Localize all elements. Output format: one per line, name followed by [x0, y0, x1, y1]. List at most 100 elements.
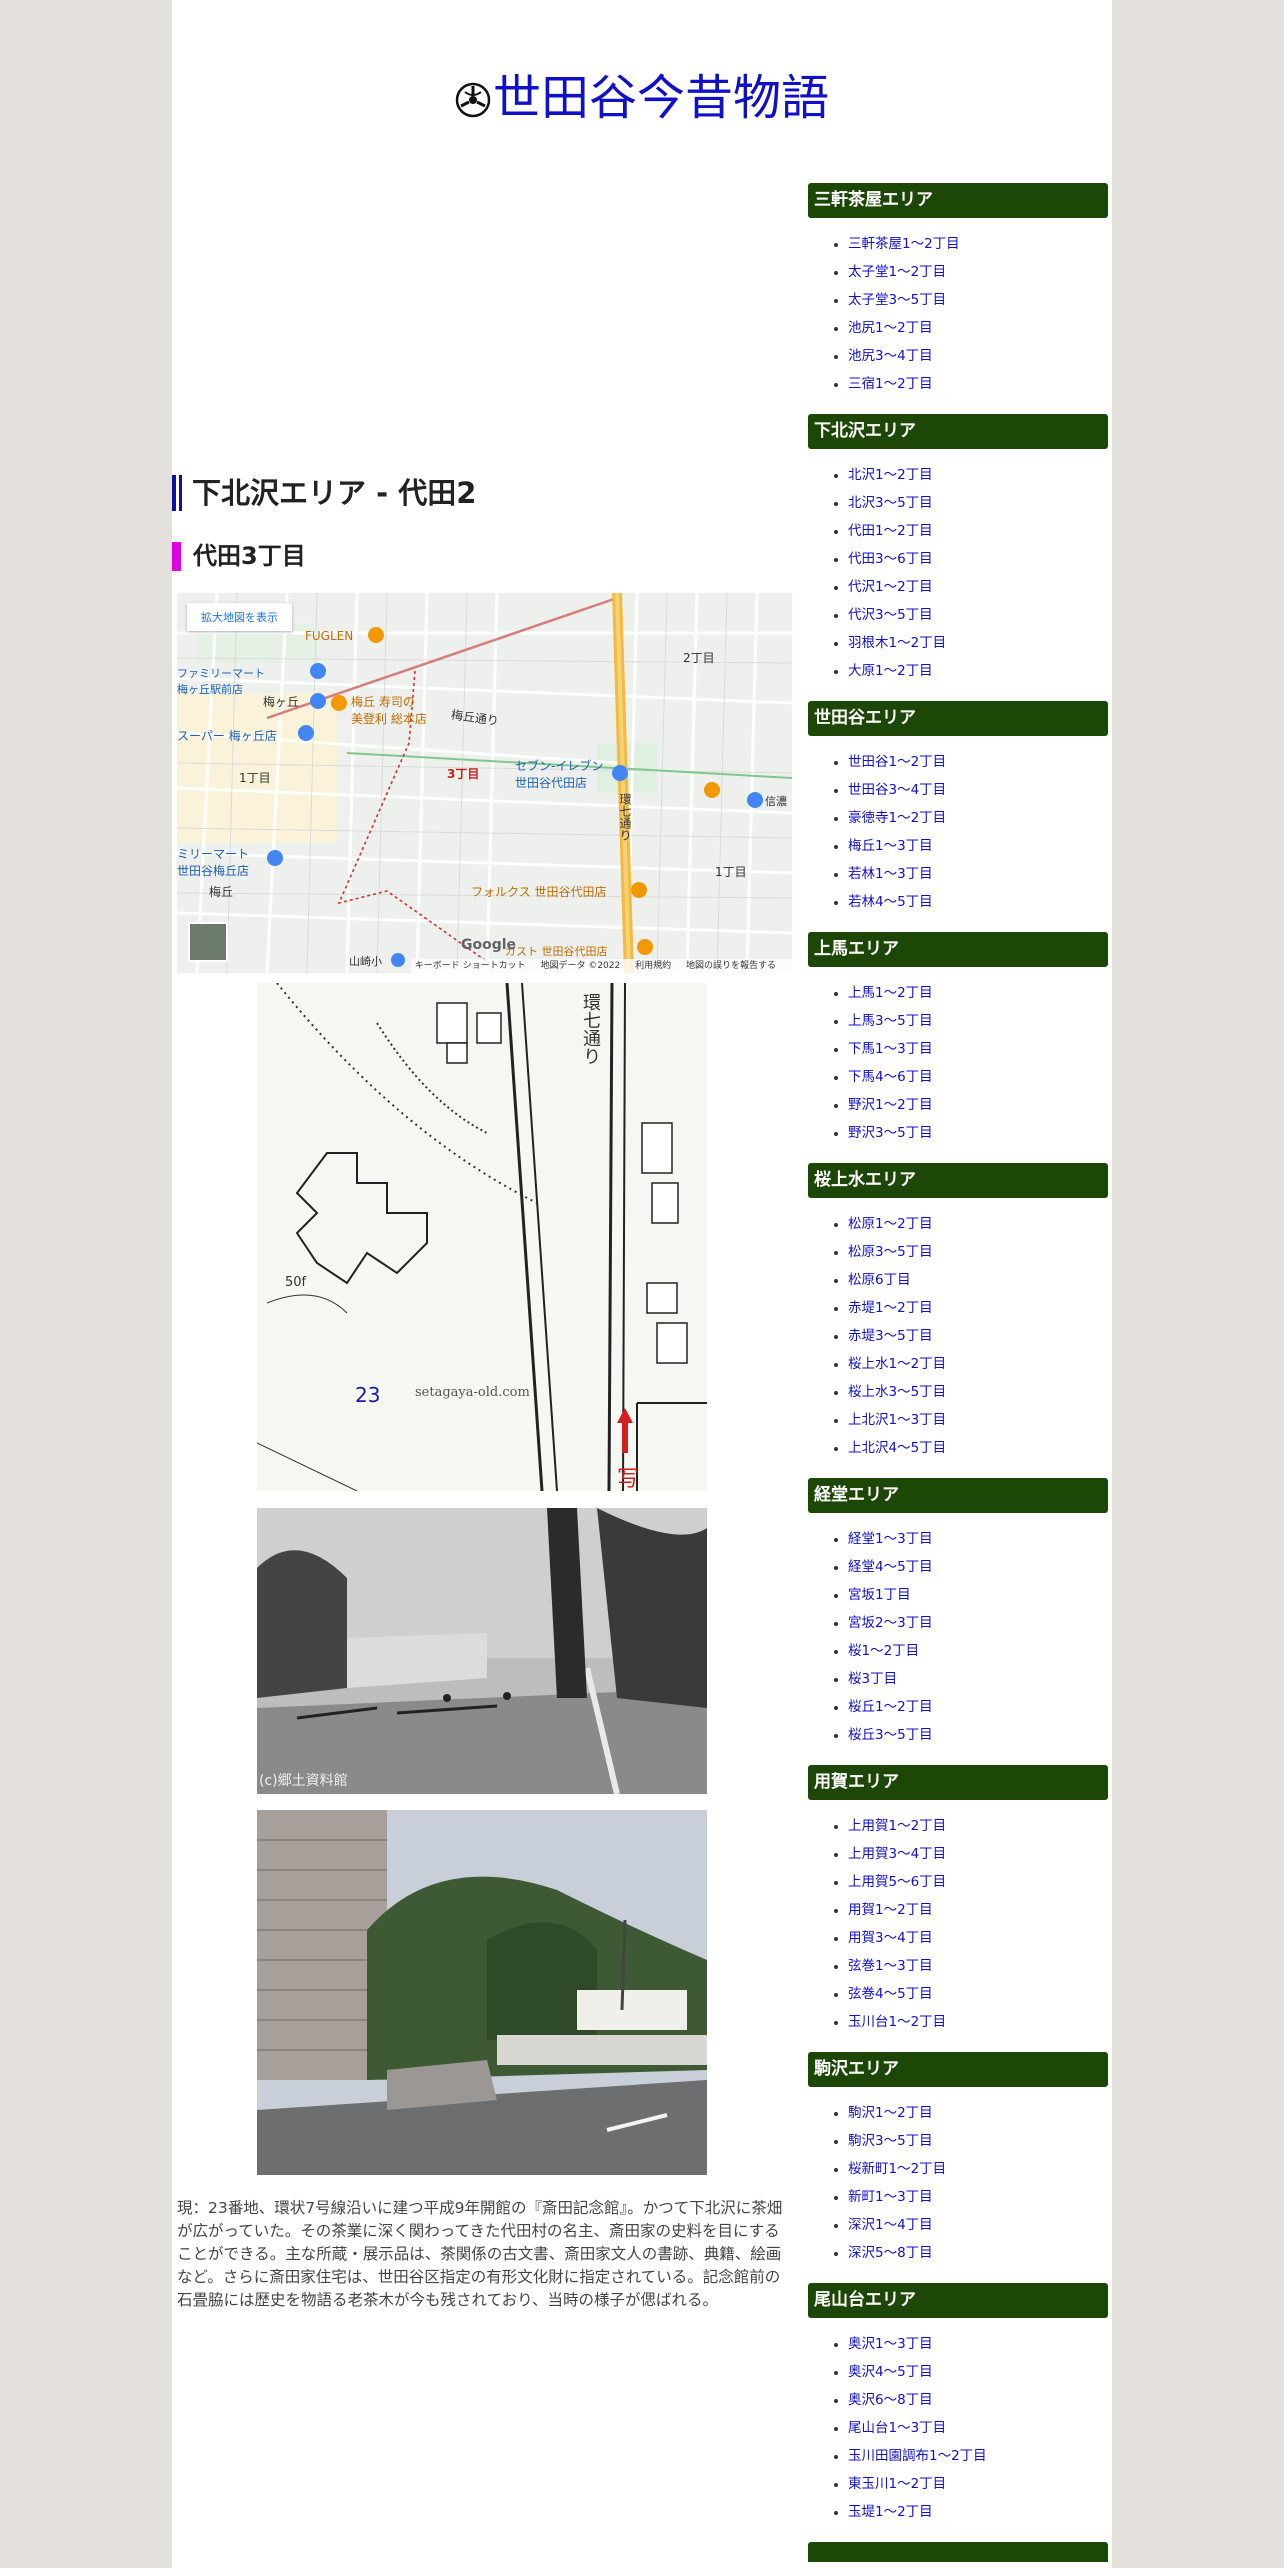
- sidebar-area-link[interactable]: 赤堤1～2丁目: [848, 1300, 933, 1316]
- sidebar-area-link[interactable]: 代田1～2丁目: [848, 523, 933, 539]
- sidebar-area-link[interactable]: 桜丘1～2丁目: [848, 1699, 933, 1715]
- sidebar-area-link[interactable]: 桜新町1～2丁目: [848, 2161, 946, 2177]
- sidebar-list-item: 桜3丁目: [808, 1665, 1108, 1693]
- sidebar-area-link[interactable]: 経堂4～5丁目: [848, 1559, 933, 1575]
- sidebar-area-link[interactable]: 野沢1～2丁目: [848, 1097, 933, 1113]
- sidebar-area-link[interactable]: 赤堤3～5丁目: [848, 1328, 933, 1344]
- sidebar-area-link[interactable]: 玉川台1～2丁目: [848, 2014, 946, 2030]
- sidebar-area-link[interactable]: 奥沢4～5丁目: [848, 2364, 933, 2380]
- sidebar-area-link[interactable]: 駒沢1～2丁目: [848, 2105, 933, 2121]
- sidebar-list-item: 世田谷1～2丁目: [808, 748, 1108, 776]
- sidebar-area-link[interactable]: 桜3丁目: [848, 1671, 897, 1687]
- sidebar-list-item: 宮坂2～3丁目: [808, 1609, 1108, 1637]
- sidebar-area-list: 上馬1～2丁目 上馬3～5丁目 下馬1～3丁目 下馬4～6丁目 野沢1～2丁目 野沢3～5…: [808, 967, 1108, 1147]
- sidebar-area-link[interactable]: 桜1～2丁目: [848, 1643, 919, 1659]
- sidebar-list-item: 経堂4～5丁目: [808, 1553, 1108, 1581]
- sidebar-area-link[interactable]: 下馬4～6丁目: [848, 1069, 933, 1085]
- sidebar-area-link[interactable]: 三軒茶屋1～2丁目: [848, 236, 960, 252]
- old-map-source: setagaya-old.com: [415, 1385, 530, 1400]
- sidebar-list-item: 上馬3～5丁目: [808, 1007, 1108, 1035]
- google-map[interactable]: 拡大地図を表示 FUGLEN ファミリーマート 梅ヶ丘駅前店 梅ヶ丘 梅丘 寿司…: [177, 593, 792, 973]
- old-map-lot-label: 50f: [285, 1275, 307, 1290]
- expand-map-button[interactable]: 拡大地図を表示: [187, 603, 292, 631]
- sidebar-area-link[interactable]: 用賀3～4丁目: [848, 1930, 933, 1946]
- sidebar-list-item: 弦巻1～3丁目: [808, 1952, 1108, 1980]
- sidebar-list-item: 代田3～6丁目: [808, 545, 1108, 573]
- sidebar-area-link[interactable]: 下馬1～3丁目: [848, 1041, 933, 1057]
- sidebar-area-link[interactable]: 松原6丁目: [848, 1272, 911, 1288]
- sidebar-area-link[interactable]: 奥沢1～3丁目: [848, 2336, 933, 2352]
- sidebar-area-link[interactable]: 上用賀3～4丁目: [848, 1846, 946, 1862]
- sidebar-area-link[interactable]: 奥沢6～8丁目: [848, 2392, 933, 2408]
- sidebar-area-link[interactable]: 松原1～2丁目: [848, 1216, 933, 1232]
- site-title: 世田谷今昔物語: [172, 58, 1112, 128]
- sidebar-area-link[interactable]: 松原3～5丁目: [848, 1244, 933, 1260]
- sidebar-area-link[interactable]: 池尻3～4丁目: [848, 348, 933, 364]
- sidebar-area-link[interactable]: 世田谷1～2丁目: [848, 754, 946, 770]
- sidebar-area-link[interactable]: 代沢3～5丁目: [848, 607, 933, 623]
- sidebar-area-link[interactable]: 上用賀1～2丁目: [848, 1818, 946, 1834]
- sidebar-area-link[interactable]: 宮坂2～3丁目: [848, 1615, 933, 1631]
- sidebar-area-link[interactable]: 豪徳寺1～2丁目: [848, 810, 946, 826]
- sidebar-list-item: 経堂1～3丁目: [808, 1525, 1108, 1553]
- site-title-link[interactable]: 世田谷今昔物語: [493, 70, 829, 126]
- sidebar-area-link[interactable]: 上用賀5～6丁目: [848, 1874, 946, 1890]
- sidebar-area-link[interactable]: 上北沢1～3丁目: [848, 1412, 946, 1428]
- sidebar-area-link[interactable]: 上馬3～5丁目: [848, 1013, 933, 1029]
- sidebar-area-link[interactable]: 弦巻4～5丁目: [848, 1986, 933, 2002]
- sidebar-area-link[interactable]: 尾山台1～3丁目: [848, 2420, 946, 2436]
- sidebar-area-link[interactable]: 宮坂1丁目: [848, 1587, 911, 1603]
- sidebar-area-link[interactable]: 羽根木1～2丁目: [848, 635, 946, 651]
- map-footer-report[interactable]: 地図の誤りを報告する: [686, 961, 776, 971]
- sidebar-area-link[interactable]: 駒沢3～5丁目: [848, 2133, 933, 2149]
- sidebar-list-item: 上北沢4～5丁目: [808, 1434, 1108, 1462]
- sidebar-area-link[interactable]: 代田3～6丁目: [848, 551, 933, 567]
- sidebar-list-item: 下馬4～6丁目: [808, 1063, 1108, 1091]
- sidebar-area-link[interactable]: 桜上水1～2丁目: [848, 1356, 946, 1372]
- sidebar-area-link[interactable]: 玉川田園調布1～2丁目: [848, 2448, 987, 2464]
- sidebar-list-item: 若林4～5丁目: [808, 888, 1108, 916]
- map-label-kanana: 環七通り: [618, 793, 632, 841]
- current-streetview-photo: [257, 1810, 707, 2175]
- sidebar-list-item: 桜丘3～5丁目: [808, 1721, 1108, 1749]
- sidebar-list-item: 東玉川1～2丁目: [808, 2470, 1108, 2498]
- sidebar-area-link[interactable]: 梅丘1～3丁目: [848, 838, 933, 854]
- sidebar-area-link[interactable]: 池尻1～2丁目: [848, 320, 933, 336]
- sidebar-area-link[interactable]: 北沢3～5丁目: [848, 495, 933, 511]
- sidebar-area-link[interactable]: 弦巻1～3丁目: [848, 1958, 933, 1974]
- sidebar-area-link[interactable]: 用賀1～2丁目: [848, 1902, 933, 1918]
- sidebar-area-link[interactable]: 深沢1～4丁目: [848, 2217, 933, 2233]
- sidebar-area-link[interactable]: 桜丘3～5丁目: [848, 1727, 933, 1743]
- sidebar-list-item: 用賀1～2丁目: [808, 1896, 1108, 1924]
- sidebar-area-link[interactable]: 経堂1～3丁目: [848, 1531, 933, 1547]
- sidebar-list-item: 上北沢1～3丁目: [808, 1406, 1108, 1434]
- sidebar-area-header: 三軒茶屋エリア: [808, 183, 1108, 218]
- map-footer-shortcuts[interactable]: キーボード ショートカット: [415, 961, 526, 971]
- sidebar-area-link[interactable]: 太子堂1～2丁目: [848, 264, 946, 280]
- sidebar-area-link[interactable]: 東玉川1～2丁目: [848, 2476, 946, 2492]
- sidebar-area-link[interactable]: 上北沢4～5丁目: [848, 1440, 946, 1456]
- sidebar-area-link[interactable]: 若林1～3丁目: [848, 866, 933, 882]
- sidebar-list-item: 新町1～3丁目: [808, 2183, 1108, 2211]
- sidebar-area-link[interactable]: 上馬1～2丁目: [848, 985, 933, 1001]
- sidebar-area-link[interactable]: 若林4～5丁目: [848, 894, 933, 910]
- photo-copyright: (c)郷土資料館: [259, 1773, 348, 1789]
- sidebar-area-section: 三軒茶屋エリア三軒茶屋1～2丁目 太子堂1～2丁目 太子堂3～5丁目 池尻1～2丁目池…: [808, 183, 1108, 398]
- sidebar-area-link[interactable]: 世田谷3～4丁目: [848, 782, 946, 798]
- map-label-shinshu: 信濃: [765, 795, 787, 808]
- sidebar-area-link[interactable]: 太子堂3～5丁目: [848, 292, 946, 308]
- sidebar-list-item: 松原1～2丁目: [808, 1210, 1108, 1238]
- sidebar-area-link[interactable]: 野沢3～5丁目: [848, 1125, 933, 1141]
- sidebar-area-link[interactable]: 北沢1～2丁目: [848, 467, 933, 483]
- sidebar-area-link[interactable]: 桜上水3～5丁目: [848, 1384, 946, 1400]
- sidebar-area-link[interactable]: 玉堤1～2丁目: [848, 2504, 933, 2520]
- sidebar-area-link[interactable]: 代沢1～2丁目: [848, 579, 933, 595]
- sidebar-area-link[interactable]: 三宿1～2丁目: [848, 376, 933, 392]
- map-label-fuglen: FUGLEN: [305, 629, 354, 643]
- sidebar-area-link[interactable]: 大原1～2丁目: [848, 663, 933, 679]
- sidebar-area-link[interactable]: 新町1～3丁目: [848, 2189, 933, 2205]
- map-footer-terms[interactable]: 利用規約: [635, 961, 671, 971]
- sidebar-list-item: 桜上水1～2丁目: [808, 1350, 1108, 1378]
- sidebar-list-item: 用賀3～4丁目: [808, 1924, 1108, 1952]
- sidebar-area-link[interactable]: 深沢5～8丁目: [848, 2245, 933, 2261]
